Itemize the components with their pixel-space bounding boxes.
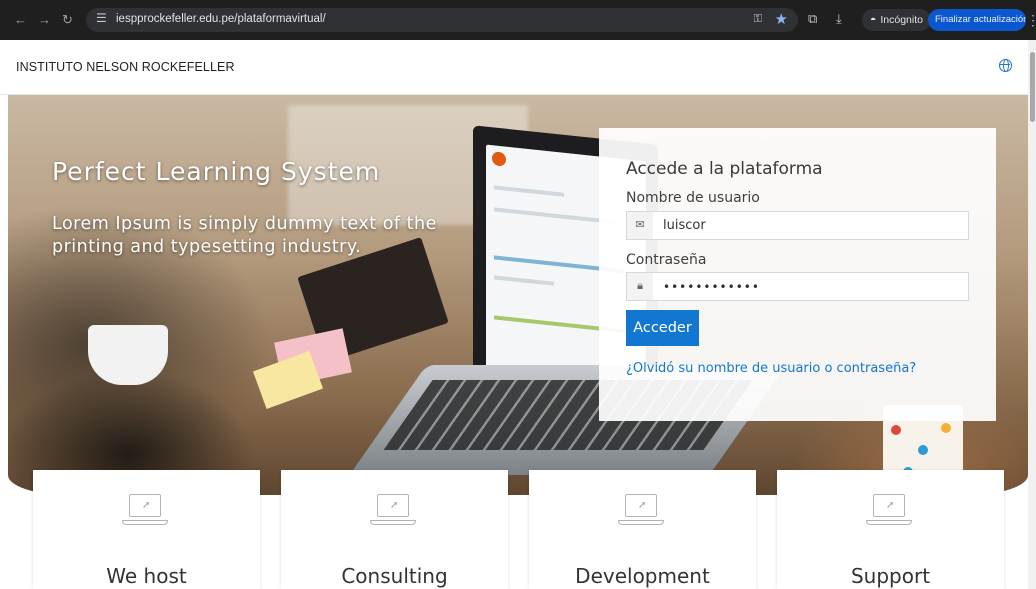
screen-line bbox=[494, 207, 614, 225]
forgot-password-link[interactable]: ¿Olvidó su nombre de usuario o contraseñ… bbox=[626, 361, 916, 376]
feature-card-development[interactable]: ➚ Development bbox=[529, 470, 756, 589]
cursor-icon: ➚ bbox=[142, 500, 151, 511]
laptop-icon: ➚ bbox=[120, 494, 170, 534]
cursor-icon: ➚ bbox=[390, 500, 399, 511]
laptop-base-outline bbox=[370, 520, 416, 525]
feature-card-hosting[interactable]: ➚ We host bbox=[33, 470, 260, 589]
feature-card-title: Development bbox=[575, 564, 710, 588]
login-title: Accede a la plataforma bbox=[626, 159, 823, 179]
feature-card-title: Consulting bbox=[341, 564, 448, 588]
incognito-badge[interactable]: ◓ Incógnito bbox=[862, 9, 931, 31]
laptop-base-outline bbox=[122, 520, 168, 525]
site-brand[interactable]: INSTITUTO NELSON ROCKEFELLER bbox=[16, 60, 235, 74]
back-icon[interactable]: ← bbox=[14, 10, 27, 30]
feature-card-support[interactable]: ➚ Support bbox=[777, 470, 1004, 589]
laptop-icon: ➚ bbox=[368, 494, 418, 534]
username-label: Nombre de usuario bbox=[626, 190, 760, 206]
globe-icon[interactable] bbox=[999, 59, 1012, 72]
screen-line bbox=[494, 275, 554, 286]
incognito-icon: ◓ bbox=[870, 14, 877, 26]
hero-title: Perfect Learning System bbox=[52, 157, 381, 186]
envelope-icon: ✉ bbox=[627, 212, 653, 239]
screen-logo-icon bbox=[492, 151, 506, 167]
mug-dot bbox=[918, 445, 928, 455]
hero-subtitle: Lorem Ipsum is simply dummy text of the … bbox=[52, 214, 437, 257]
screen-line bbox=[494, 185, 564, 197]
username-input[interactable] bbox=[653, 212, 968, 239]
hero-sticky-note bbox=[252, 350, 324, 410]
address-bar[interactable]: ☰ iespprockefeller.edu.pe/plataformavirt… bbox=[86, 8, 798, 32]
cursor-icon: ➚ bbox=[886, 500, 895, 511]
reload-icon[interactable]: ↻ bbox=[62, 10, 73, 30]
username-field[interactable]: ✉ bbox=[626, 211, 969, 240]
password-input[interactable] bbox=[653, 273, 968, 300]
laptop-base-outline bbox=[618, 520, 664, 525]
url-text[interactable]: iespprockefeller.edu.pe/plataformavirtua… bbox=[116, 13, 326, 25]
bookmark-star-icon[interactable]: ★ bbox=[775, 10, 788, 28]
login-panel: Accede a la plataforma Nombre de usuario… bbox=[599, 128, 996, 421]
feature-card-title: We host bbox=[106, 564, 187, 588]
extensions-icon[interactable]: ⧉ bbox=[808, 11, 817, 27]
forward-icon[interactable]: → bbox=[38, 10, 51, 30]
password-key-icon[interactable]: ⚿ bbox=[754, 13, 762, 26]
laptop-base-outline bbox=[866, 520, 912, 525]
hero-coffee-cup bbox=[88, 325, 168, 385]
login-button[interactable]: Acceder bbox=[626, 310, 699, 346]
mug-dot bbox=[941, 423, 951, 433]
incognito-label: Incógnito bbox=[880, 14, 923, 26]
feature-card-consulting[interactable]: ➚ Consulting bbox=[281, 470, 508, 589]
scrollbar-thumb[interactable] bbox=[1030, 52, 1035, 122]
update-button[interactable]: Finalizar actualización bbox=[928, 9, 1026, 31]
laptop-icon: ➚ bbox=[616, 494, 666, 534]
site-header: INSTITUTO NELSON ROCKEFELLER bbox=[0, 40, 1036, 95]
menu-kebab-icon[interactable]: ⋮ bbox=[1026, 9, 1036, 31]
lock-icon: 🔒︎ bbox=[627, 273, 653, 300]
browser-toolbar: ← → ↻ ☰ iespprockefeller.edu.pe/platafor… bbox=[0, 0, 1036, 40]
site-settings-icon[interactable]: ☰ bbox=[96, 11, 107, 25]
page-scrollbar[interactable] bbox=[1028, 40, 1036, 589]
mug-dot bbox=[891, 425, 901, 435]
download-icon[interactable]: ⤓ bbox=[836, 11, 842, 27]
laptop-icon: ➚ bbox=[864, 494, 914, 534]
cursor-icon: ➚ bbox=[638, 500, 647, 511]
feature-card-title: Support bbox=[850, 564, 931, 588]
password-field[interactable]: 🔒︎ bbox=[626, 272, 969, 301]
password-label: Contraseña bbox=[626, 252, 707, 268]
